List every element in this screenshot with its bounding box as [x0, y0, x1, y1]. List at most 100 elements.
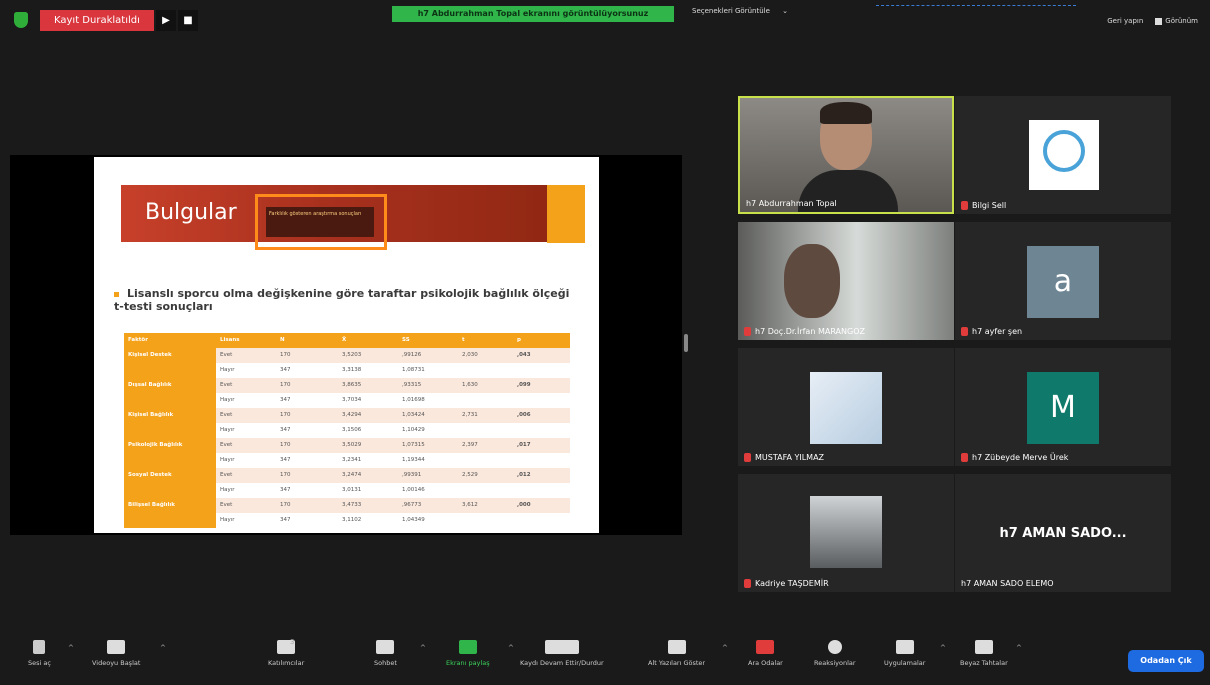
video-options-caret-icon[interactable]: ^	[160, 644, 166, 652]
slide-highlight-box: Farklılık gösteren araştırma sonuçları	[255, 194, 387, 250]
recording-status-button[interactable]: Kayıt Duraklatıldı	[40, 10, 154, 31]
reactions-label: Reaksiyonlar	[814, 659, 856, 667]
start-video-label: Videoyu Başlat	[92, 659, 141, 667]
table-cell: ,96773	[398, 498, 458, 513]
table-header-cell: t	[462, 337, 465, 343]
table-row: Hayır 347 3,0131 1,00146	[124, 483, 570, 498]
table-cell: 347	[280, 427, 291, 433]
participant-name-bar: Bilgi Sell	[961, 201, 1006, 210]
table-header-cell: Lisans	[220, 337, 240, 343]
participant-tile[interactable]: Mh7 Zübeyde Merve Ürek	[955, 348, 1171, 466]
participant-name-large: h7 AMAN SADO...	[999, 526, 1127, 541]
show-captions-button[interactable]: Alt Yazıları Göster	[648, 640, 705, 667]
reactions-button[interactable]: Reaksiyonlar	[814, 640, 856, 667]
table-cell: 1,19344	[402, 457, 425, 463]
slide-title: Bulgular	[145, 200, 237, 225]
table-cell: 347	[280, 457, 291, 463]
participant-tile[interactable]: h7 Doç.Dr.İrfan MARANGOZ	[738, 222, 954, 340]
table-cell: Evet	[216, 408, 276, 423]
stop-recording-icon[interactable]: ■	[178, 10, 198, 31]
chat-button[interactable]: Sohbet	[374, 640, 397, 667]
table-cell	[458, 453, 513, 468]
table-cell: 1,03424	[398, 408, 458, 423]
microphone-muted-icon	[961, 201, 968, 210]
table-row: Kişisel Destek Evet 170 3,5203,99126 2,030,0…	[124, 348, 570, 363]
participant-name: Kadriye TAŞDEMİR	[755, 579, 829, 588]
share-screen-button[interactable]: Ekranı paylaş	[446, 640, 490, 667]
splitter-handle[interactable]	[684, 334, 688, 352]
whiteboards-button[interactable]: Beyaz Tahtalar	[960, 640, 1008, 667]
microphone-muted-icon	[744, 453, 751, 462]
organization-logo-image	[1029, 120, 1099, 190]
table-cell: Kişisel Bağlılık	[124, 408, 216, 423]
view-options-menu[interactable]: Seçenekleri Görüntüle ⌄	[692, 7, 788, 15]
table-cell: 3,612	[458, 498, 513, 513]
apps-button[interactable]: Uygulamalar	[884, 640, 925, 667]
video-off-icon	[107, 640, 126, 654]
table-cell: 3,0131	[342, 487, 362, 493]
record-pause-stop-button[interactable]: Kaydı Devam Ettir/Durdur	[520, 640, 604, 667]
table-cell: ,93315	[398, 378, 458, 393]
table-cell: ,043	[513, 348, 570, 363]
participant-name: h7 AMAN SADO ELEMO	[961, 579, 1054, 588]
shared-screen[interactable]: Bulgular Farklılık gösteren araştırma so…	[10, 155, 682, 535]
participant-tile[interactable]: h7 AMAN SADO... h7 AMAN SADO ELEMO	[955, 474, 1171, 592]
table-cell: 1,630	[458, 378, 513, 393]
table-cell: 1,10429	[402, 427, 425, 433]
microphone-muted-icon	[961, 453, 968, 462]
table-cell	[513, 453, 570, 468]
breakout-rooms-button[interactable]: Ara Odalar	[748, 640, 783, 667]
bullet-label: Lisanslı sporcu olma değişkenine göre ta…	[114, 287, 570, 313]
table-cell	[458, 513, 513, 528]
table-cell	[513, 423, 570, 438]
slide-header-banner: Bulgular Farklılık gösteren araştırma so…	[121, 185, 585, 250]
table-cell: 3,1102	[342, 517, 362, 523]
table-cell: 170	[276, 438, 338, 453]
zoom-meeting-window: Kayıt Duraklatıldı ▶ ■ h7 Abdurrahman To…	[0, 0, 1210, 685]
captions-options-caret-icon[interactable]: ^	[722, 644, 728, 652]
share-options-caret-icon[interactable]: ^	[508, 644, 514, 652]
table-cell	[458, 423, 513, 438]
view-button[interactable]: Görünüm	[1155, 17, 1198, 25]
top-right-controls: Geri yapın Görünüm	[1107, 17, 1198, 25]
participant-tile[interactable]: h7 Abdurrahman Topal	[738, 96, 954, 214]
table-cell: 3,3138	[342, 367, 362, 373]
participant-name-bar: h7 AMAN SADO ELEMO	[961, 579, 1054, 588]
table-cell: ,99126	[398, 348, 458, 363]
participant-tile[interactable]: Bilgi Sell	[955, 96, 1171, 214]
participant-name-bar: Kadriye TAŞDEMİR	[744, 579, 829, 588]
participant-name: h7 Doç.Dr.İrfan MARANGOZ	[755, 327, 865, 336]
table-cell: 2,030	[458, 348, 513, 363]
participant-tile[interactable]: Kadriye TAŞDEMİR	[738, 474, 954, 592]
resume-recording-play-icon[interactable]: ▶	[156, 10, 176, 31]
captions-cc-icon	[667, 640, 686, 654]
start-video-button[interactable]: Videoyu Başlat	[92, 640, 140, 667]
whiteboard-options-caret-icon[interactable]: ^	[1016, 644, 1022, 652]
microphone-muted-icon	[744, 579, 751, 588]
table-cell	[513, 363, 570, 378]
table-cell: Dışsal Bağlılık	[124, 378, 216, 393]
participant-tile[interactable]: a h7 ayfer şen	[955, 222, 1171, 340]
participant-tile[interactable]: MUSTAFA YILMAZ	[738, 348, 954, 466]
table-row: Kişisel Bağlılık Evet 170 3,4294 1,03424 2,73…	[124, 408, 570, 423]
security-shield-icon[interactable]	[14, 12, 28, 28]
apps-options-caret-icon[interactable]: ^	[940, 644, 946, 652]
table-row: Dışsal Bağlılık Evet 170 3,8635,93315 1,630,…	[124, 378, 570, 393]
unmute-button[interactable]: Sesi aç	[28, 640, 51, 667]
table-cell: 3,7034	[342, 397, 362, 403]
chat-options-caret-icon[interactable]: ^	[420, 644, 426, 652]
person-hair	[820, 102, 872, 124]
exit-fullscreen-button[interactable]: Geri yapın	[1107, 17, 1143, 25]
leave-meeting-button[interactable]: Odadan Çık	[1128, 650, 1204, 672]
table-cell: Hayır	[220, 427, 235, 433]
table-cell: 1,08731	[402, 367, 425, 373]
table-cell: 347	[280, 397, 291, 403]
microphone-muted-icon	[33, 640, 46, 654]
table-cell: ,006	[513, 408, 570, 423]
audio-options-caret-icon[interactable]: ^	[68, 644, 74, 652]
participant-name-bar: h7 Abdurrahman Topal	[746, 199, 837, 208]
table-cell	[124, 513, 216, 528]
table-cell: ,099	[513, 378, 570, 393]
participants-button[interactable]: Katılımcılar	[268, 640, 304, 667]
table-cell: ,012	[513, 468, 570, 483]
